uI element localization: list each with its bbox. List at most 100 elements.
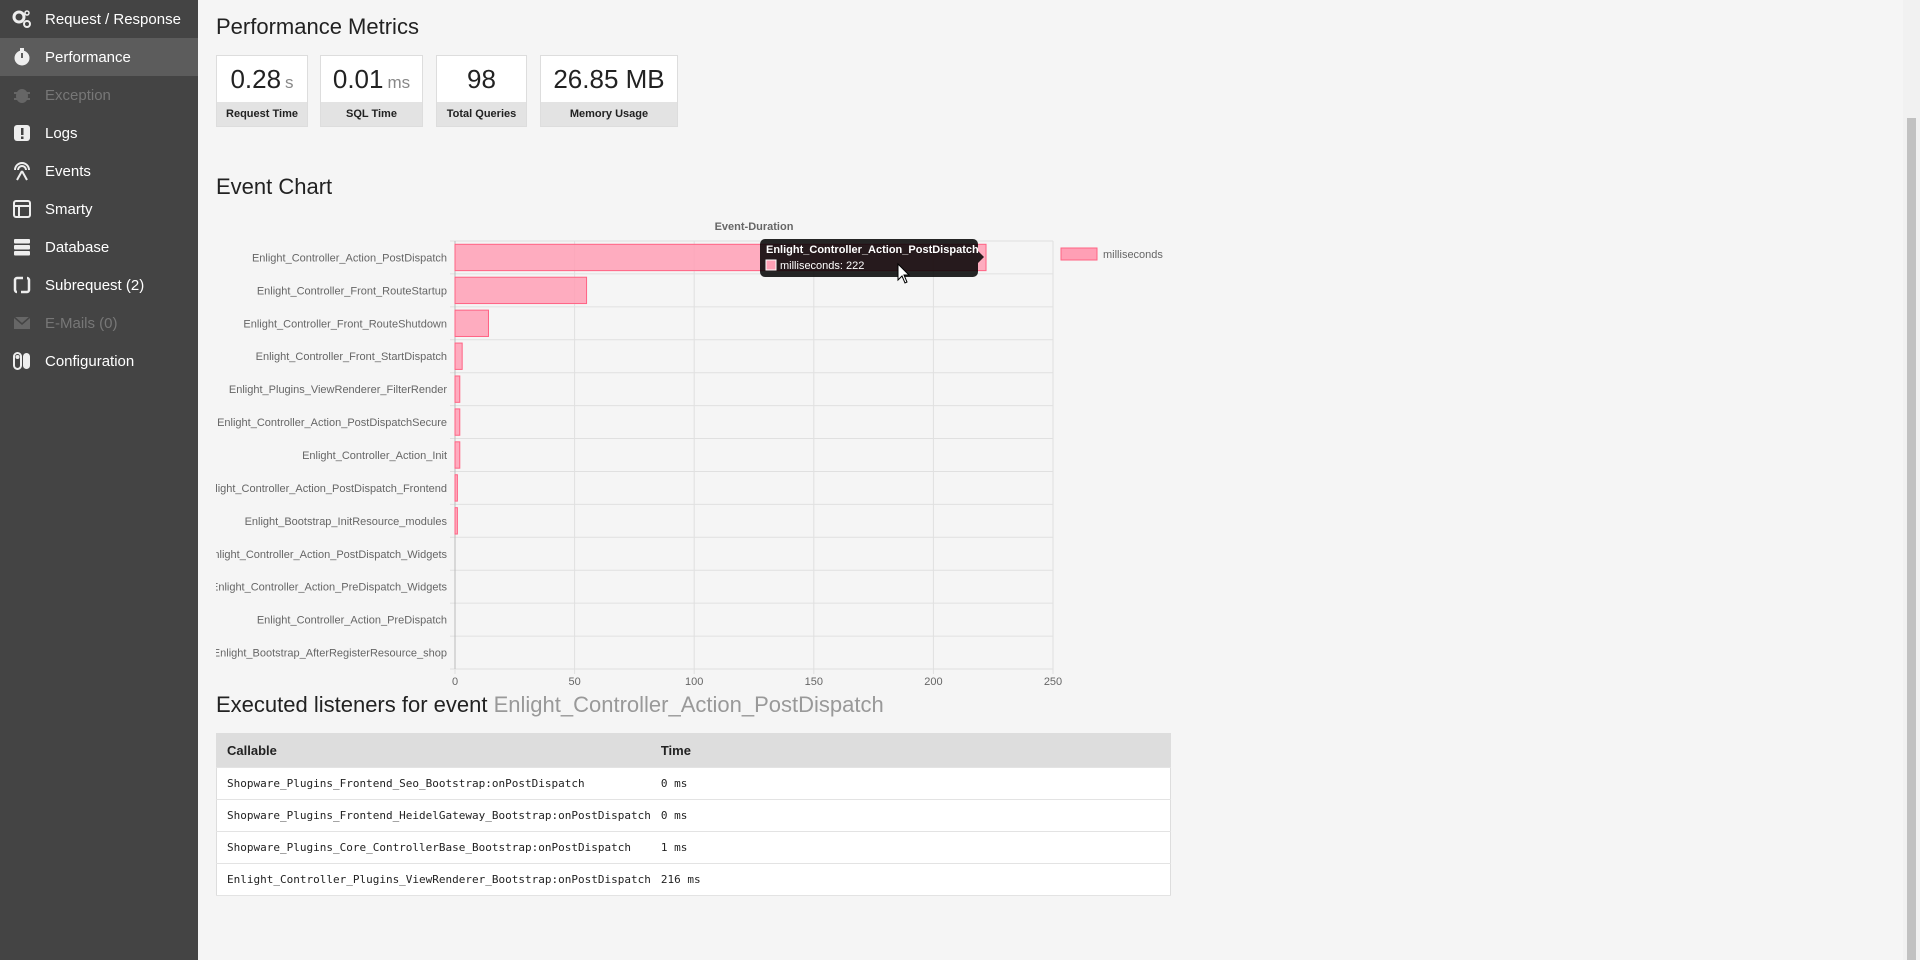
sidebar-item-performance[interactable]: Performance [0, 38, 198, 76]
exclamation-icon [12, 123, 32, 143]
bar [454, 507, 458, 535]
sidebar-item-label: Database [45, 238, 110, 256]
bar [454, 441, 461, 469]
sidebar-item-label: E-Mails (0) [45, 314, 118, 332]
bar [454, 276, 588, 305]
table-row: Shopware_Plugins_Frontend_Seo_Bootstrap:… [216, 767, 1171, 800]
x-tick-label: 200 [924, 676, 942, 688]
y-category-label: Enlight_Controller_Action_PostDispatch_F… [216, 483, 447, 495]
y-category-label: Enlight_Controller_Action_PostDispatch [252, 252, 447, 264]
metric-value: 0.01 [332, 64, 384, 94]
bar [454, 375, 461, 403]
y-category-label: Enlight_Controller_Action_Init [302, 450, 447, 462]
y-category-label: Enlight_Controller_Action_PostDispatchSe… [217, 417, 447, 429]
column-header-callable: Callable [216, 733, 651, 768]
event-chart-heading: Event Chart [216, 174, 333, 199]
tooltip-body: milliseconds: 222 [780, 260, 864, 272]
metric-request-time: 0.28 s Request Time [216, 55, 308, 127]
table-row: Enlight_Controller_Plugins_ViewRenderer_… [216, 863, 1171, 896]
bar [454, 474, 458, 502]
chart-title: Event-Duration [715, 221, 794, 233]
column-header-time: Time [650, 733, 1171, 768]
metric-label: Memory Usage [541, 102, 677, 126]
metric-total-queries: 98 Total Queries [436, 55, 527, 127]
y-category-label: Enlight_Controller_Front_StartDispatch [256, 351, 447, 363]
x-tick-label: 250 [1044, 676, 1062, 688]
y-category-label: Enlight_Controller_Front_RouteShutdown [243, 318, 447, 330]
sidebar-item-label: Events [45, 162, 91, 180]
cell-callable: Shopware_Plugins_Core_ControllerBase_Boo… [216, 831, 651, 864]
cell-callable: Enlight_Controller_Plugins_ViewRenderer_… [216, 863, 651, 896]
sidebar-item-request-response[interactable]: Request / Response [0, 0, 198, 38]
stopwatch-icon [12, 47, 32, 67]
page-title: Performance Metrics [216, 14, 419, 39]
sidebar-item-database[interactable]: Database [0, 228, 198, 266]
bar [454, 309, 489, 337]
bar [454, 342, 463, 370]
cell-time: 1 ms [650, 831, 1171, 864]
envelope-icon [12, 313, 32, 333]
sidebar-item-logs[interactable]: Logs [0, 114, 198, 152]
cell-time: 0 ms [650, 767, 1171, 800]
refresh-icon [12, 275, 32, 295]
metric-label: SQL Time [321, 102, 422, 126]
sidebar-item-label: Exception [45, 86, 111, 104]
y-category-label: Enlight_Controller_Action_PostDispatch_W… [216, 549, 447, 561]
metric-unit: s [285, 73, 294, 92]
listeners-heading-event: Enlight_Controller_Action_PostDispatch [493, 692, 884, 717]
gears-icon [12, 9, 32, 29]
cell-time: 216 ms [650, 863, 1171, 896]
sidebar-item-label: Performance [45, 48, 131, 66]
legend-swatch [1060, 247, 1098, 261]
cell-time: 0 ms [650, 799, 1171, 832]
sidebar-item-label: Configuration [45, 352, 135, 370]
listeners-heading-prefix: Executed listeners for event [216, 692, 488, 717]
sidebar-item-label: Logs [45, 124, 78, 142]
x-tick-label: 150 [805, 676, 823, 688]
metric-value: 26.85 MB [553, 64, 665, 94]
server-icon [12, 237, 32, 257]
metric-label: Total Queries [437, 102, 526, 126]
sidebar-item-exception[interactable]: Exception [0, 76, 198, 114]
sidebar-item-configuration[interactable]: Configuration [0, 342, 198, 380]
metric-value: 0.28 [230, 64, 282, 94]
cell-callable: Shopware_Plugins_Frontend_Seo_Bootstrap:… [216, 767, 651, 800]
listeners-heading: Executed listeners for event Enlight_Con… [216, 692, 884, 718]
table-header-row: Callable Time [216, 733, 1171, 768]
sidebar-item-label: Subrequest (2) [45, 276, 145, 294]
sidebar: Request / Response Performance Exception… [0, 0, 198, 960]
metric-memory-usage: 26.85 MB Memory Usage [540, 55, 678, 127]
scrollbar-thumb[interactable] [1907, 118, 1916, 960]
toggles-icon [12, 351, 32, 371]
table-row: Shopware_Plugins_Frontend_HeidelGateway_… [216, 799, 1171, 832]
tooltip-swatch [765, 259, 777, 271]
legend-label: milliseconds [1103, 249, 1163, 261]
sidebar-item-label: Request / Response [45, 10, 181, 28]
y-category-label: Enlight_Bootstrap_InitResource_modules [245, 516, 448, 528]
vertical-scrollbar[interactable] [1903, 0, 1920, 960]
listeners-table: Callable Time Shopware_Plugins_Frontend_… [216, 733, 1171, 896]
sidebar-item-events[interactable]: Events [0, 152, 198, 190]
tooltip-title: Enlight_Controller_Action_PostDispatch [766, 244, 979, 256]
event-duration-chart: Event-Duration 0 50 100 150 200 250 Enlight_Con… [216, 221, 1163, 688]
metric-unit: ms [387, 73, 411, 92]
y-category-label: Enlight_Controller_Action_PreDispatch [257, 615, 447, 627]
cell-callable: Shopware_Plugins_Frontend_HeidelGateway_… [216, 799, 651, 832]
sidebar-item-label: Smarty [45, 200, 93, 218]
metric-sql-time: 0.01 ms SQL Time [320, 55, 423, 127]
metric-label: Request Time [217, 102, 307, 126]
y-category-label: Enlight_Controller_Front_RouteStartup [257, 285, 447, 297]
bug-icon [12, 85, 32, 105]
metric-value: 98 [467, 64, 496, 94]
sidebar-item-emails[interactable]: E-Mails (0) [0, 304, 198, 342]
x-tick-label: 0 [452, 676, 458, 688]
y-category-label: Enlight_Plugins_ViewRenderer_FilterRende… [229, 384, 447, 396]
sidebar-item-smarty[interactable]: Smarty [0, 190, 198, 228]
y-category-label: Enlight_Controller_Action_PreDispatch_Wi… [216, 582, 447, 594]
sidebar-item-subrequest[interactable]: Subrequest (2) [0, 266, 198, 304]
broadcast-icon [12, 161, 32, 181]
main-content: Performance Metrics 0.28 s Request Time 0… [216, 0, 1896, 960]
x-tick-label: 100 [685, 676, 703, 688]
table-row: Shopware_Plugins_Core_ControllerBase_Boo… [216, 831, 1171, 864]
x-tick-label: 50 [568, 676, 580, 688]
